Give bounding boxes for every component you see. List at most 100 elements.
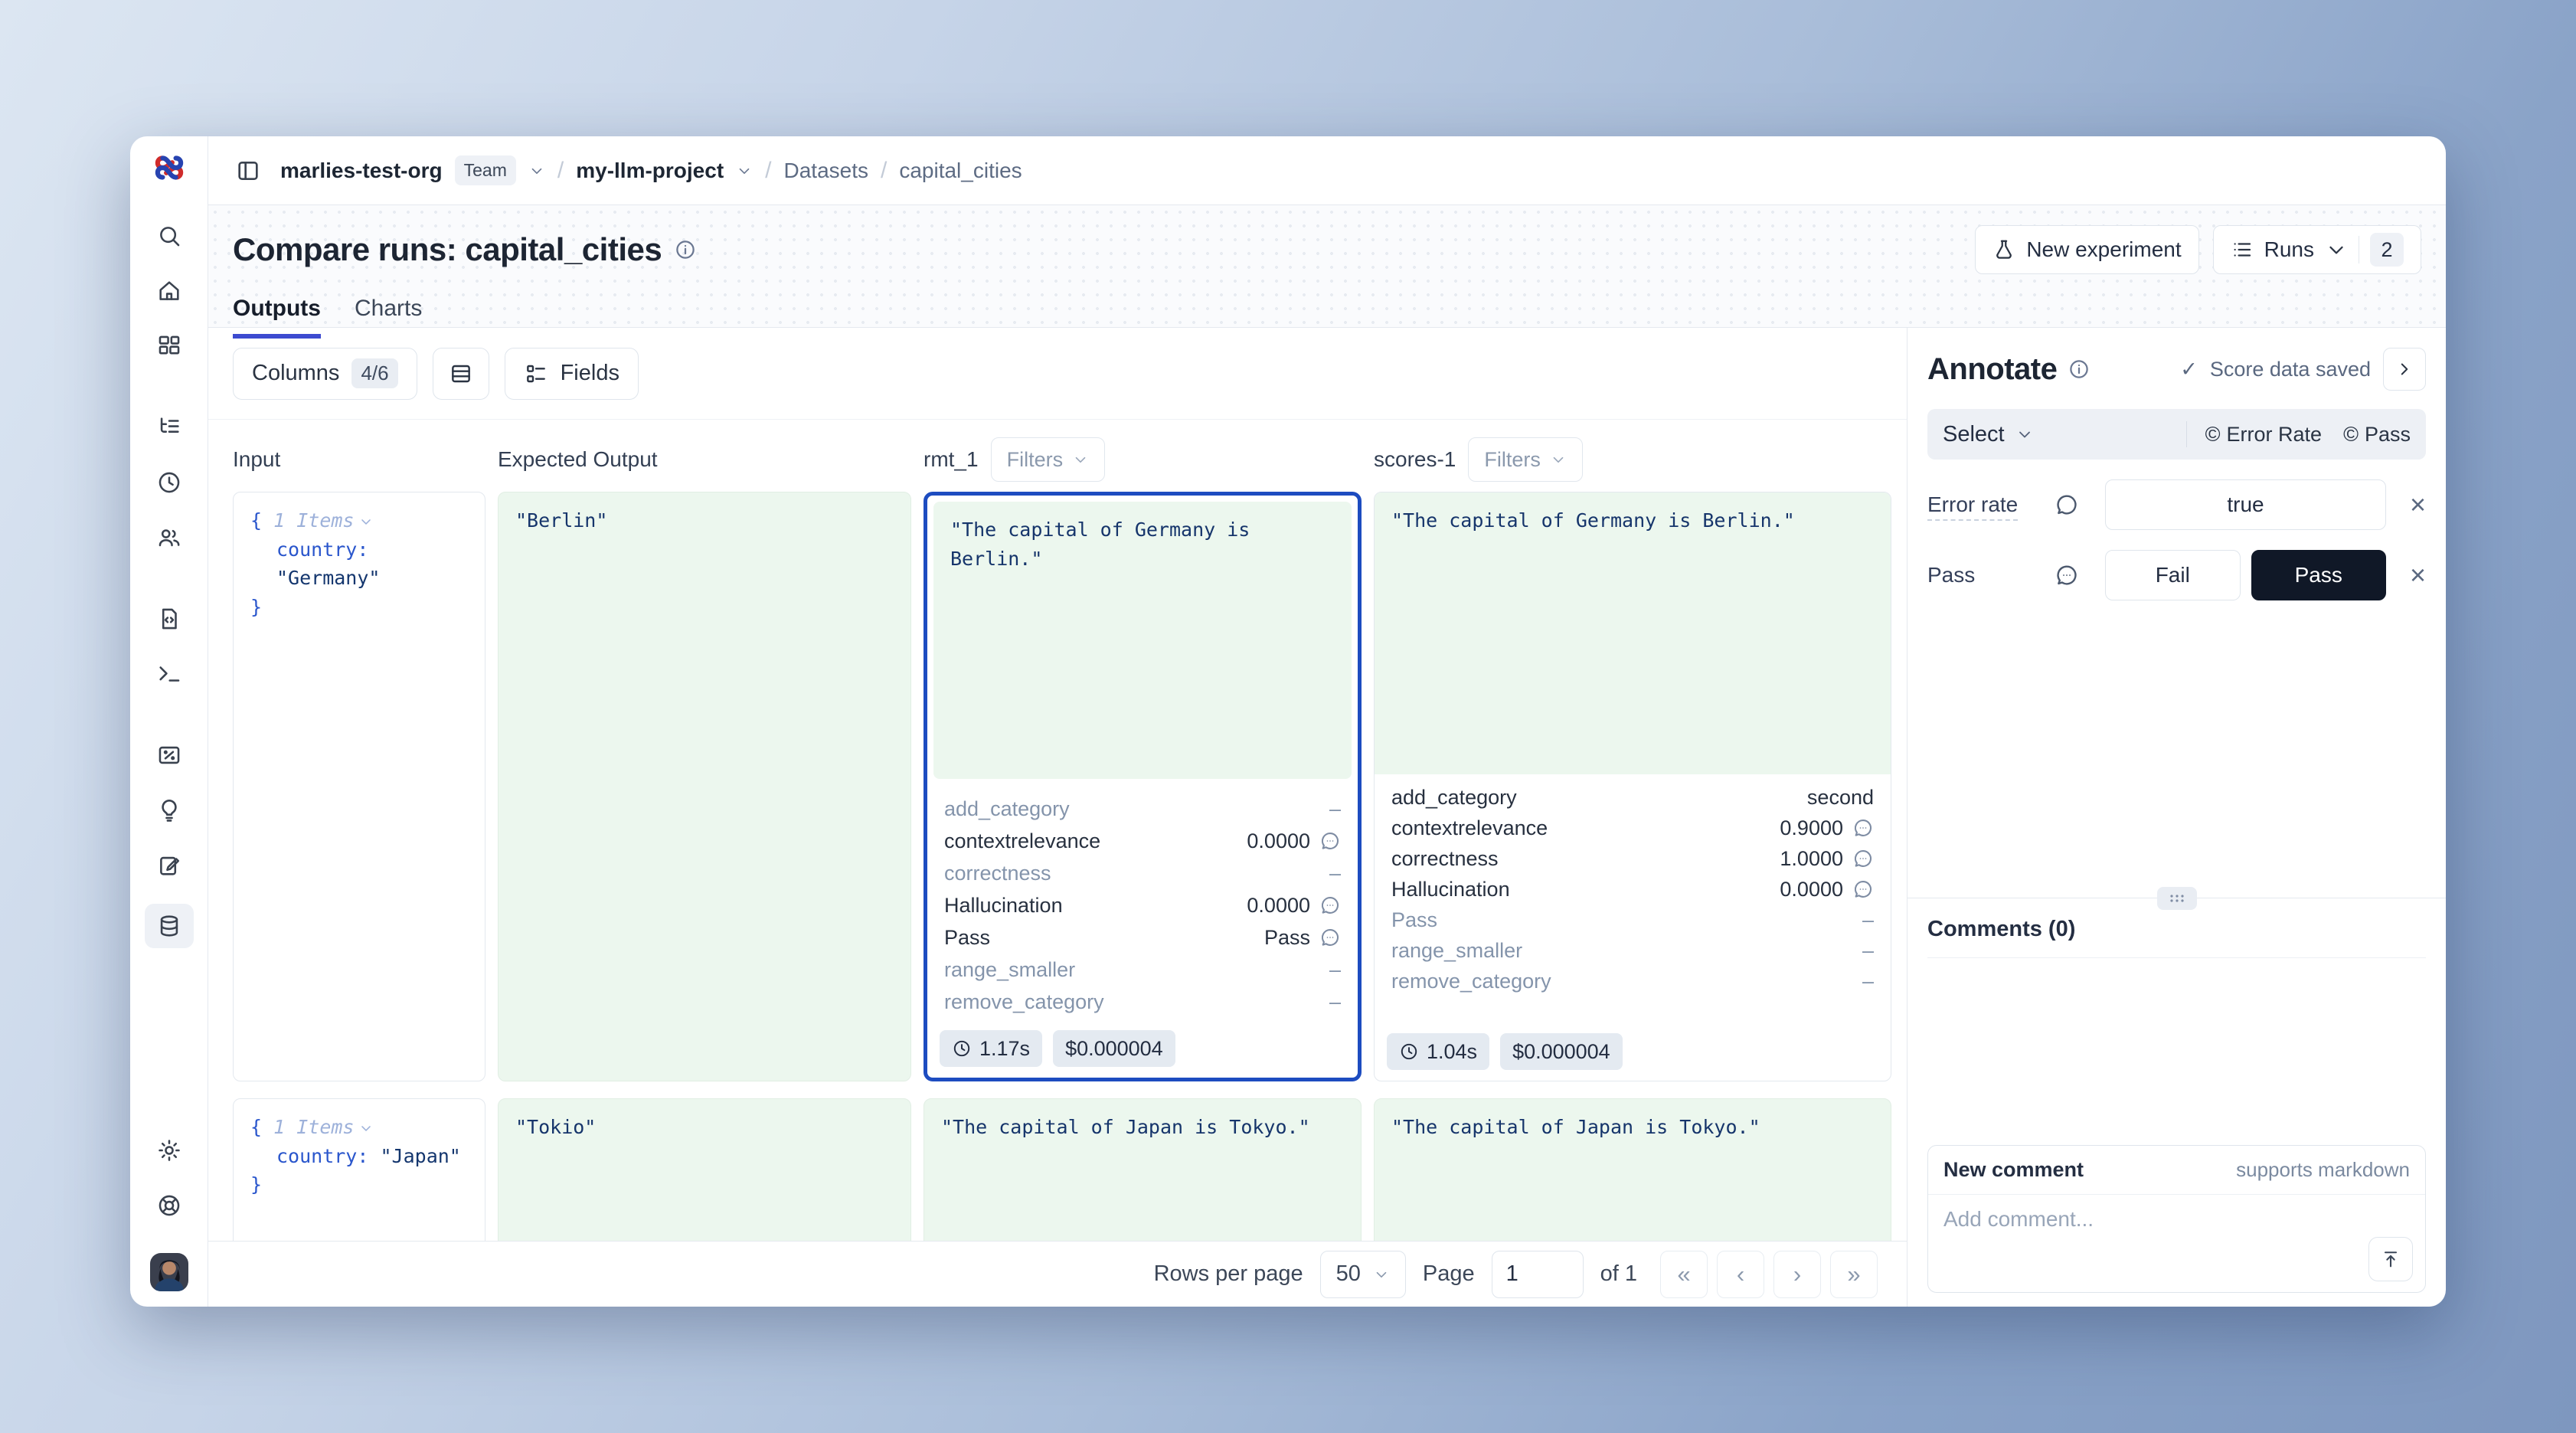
row-height-button[interactable] <box>433 348 489 400</box>
latency-chip[interactable]: 1.04s <box>1387 1033 1489 1070</box>
cost-chip[interactable]: $0.000004 <box>1053 1030 1175 1067</box>
latency-value: 1.17s <box>979 1037 1030 1061</box>
breadcrumb-separator: / <box>557 158 564 184</box>
app-window: marlies-test-org Team / my-llm-project /… <box>130 136 2446 1307</box>
lightbulb-icon[interactable] <box>152 793 186 827</box>
traces-tree-icon[interactable] <box>152 411 186 444</box>
comment-bubble-icon[interactable] <box>2055 492 2105 517</box>
comment-bubble-icon[interactable] <box>1319 895 1341 916</box>
breadcrumb-project[interactable]: my-llm-project <box>576 159 724 183</box>
new-experiment-label: New experiment <box>2026 237 2181 262</box>
info-icon[interactable] <box>674 238 697 261</box>
cost-chip[interactable]: $0.000004 <box>1500 1033 1623 1070</box>
users-icon[interactable] <box>152 521 186 555</box>
filters-button-scores1[interactable]: Filters <box>1468 437 1583 482</box>
user-avatar[interactable] <box>150 1253 188 1291</box>
filters-button-rmt1[interactable]: Filters <box>991 437 1106 482</box>
columns-button[interactable]: Columns 4/6 <box>233 348 417 400</box>
column-header-scores1[interactable]: scores-1 <box>1374 447 1456 472</box>
metric-label: contextrelevance <box>944 829 1247 853</box>
page-header: Compare runs: capital_cities New experim… <box>208 205 2446 328</box>
chevron-down-icon <box>2325 238 2348 261</box>
resize-handle[interactable] <box>2157 887 2197 910</box>
page-title: Compare runs: capital_cities <box>233 231 662 268</box>
metric-label: remove_category <box>1391 970 1862 993</box>
expected-output-cell[interactable]: "Berlin" <box>498 492 911 1081</box>
json-items-label[interactable]: 1 Items <box>273 1116 354 1138</box>
clear-field-button[interactable]: × <box>2386 489 2426 521</box>
playground-board-icon[interactable] <box>152 738 186 772</box>
comment-bubble-icon[interactable] <box>1319 927 1341 948</box>
spec-badge-error-rate[interactable]: ©Error Rate <box>2205 423 2322 447</box>
spec-badge-pass[interactable]: ©Pass <box>2343 423 2411 447</box>
comment-bubble-icon[interactable] <box>1852 848 1874 869</box>
org-logo[interactable] <box>152 150 187 185</box>
latency-chip[interactable]: 1.17s <box>940 1030 1042 1067</box>
clock-icon <box>1399 1042 1419 1062</box>
expected-output-cell[interactable]: "Tokio" <box>498 1098 911 1241</box>
run-output-cell-rmt1[interactable]: "The capital of Japan is Tokyo." <box>924 1098 1362 1241</box>
clear-field-button[interactable]: × <box>2386 559 2426 591</box>
settings-gear-icon[interactable] <box>152 1134 186 1167</box>
breadcrumb-org[interactable]: marlies-test-org <box>280 159 443 183</box>
search-icon[interactable] <box>152 219 186 253</box>
info-icon[interactable] <box>2068 358 2091 381</box>
page-number-input[interactable] <box>1492 1251 1584 1298</box>
next-page-button[interactable]: › <box>1773 1251 1821 1298</box>
breadcrumb-datasets[interactable]: Datasets <box>784 159 869 183</box>
metric-label: Hallucination <box>944 894 1247 918</box>
metric-label: remove_category <box>944 990 1329 1014</box>
collapse-panel-button[interactable] <box>2383 348 2426 391</box>
new-experiment-button[interactable]: New experiment <box>1975 225 2198 274</box>
json-items-label[interactable]: 1 Items <box>273 509 354 532</box>
terminal-icon[interactable] <box>152 657 186 691</box>
annotation-clipboard-icon[interactable] <box>152 849 186 882</box>
comment-bubble-icon[interactable] <box>1852 878 1874 900</box>
run-output-cell-rmt1[interactable]: "The capital of Germany is Berlin." add_… <box>924 492 1362 1081</box>
runs-count-badge[interactable]: 2 <box>2370 233 2404 267</box>
metric-label: contextrelevance <box>1391 816 1780 840</box>
home-icon[interactable] <box>152 274 186 308</box>
column-header-input[interactable]: Input <box>233 447 485 472</box>
spec-symbol: © <box>2343 423 2359 447</box>
run-output-cell-scores1[interactable]: "The capital of Japan is Tokyo." <box>1374 1098 1891 1241</box>
chevron-down-icon[interactable] <box>736 162 753 179</box>
submit-comment-button[interactable] <box>2368 1237 2413 1281</box>
error-rate-input[interactable] <box>2105 479 2386 530</box>
column-header-rmt1[interactable]: rmt_1 <box>924 447 979 472</box>
chevron-down-icon[interactable] <box>358 514 374 529</box>
sidebar-toggle-icon[interactable] <box>231 154 265 188</box>
input-cell[interactable]: { 1 Items country: "Japan" } <box>233 1098 485 1241</box>
comment-bubble-icon[interactable] <box>1852 817 1874 839</box>
help-lifebuoy-icon[interactable] <box>152 1189 186 1222</box>
rows-per-page-select[interactable]: 50 <box>1320 1251 1406 1298</box>
metric-label: range_smaller <box>944 958 1329 982</box>
runs-button[interactable]: Runs 2 <box>2213 225 2421 274</box>
fail-option-button[interactable]: Fail <box>2105 550 2241 600</box>
comment-bubble-icon[interactable] <box>1319 830 1341 852</box>
dashboard-icon[interactable] <box>152 329 186 363</box>
tab-charts[interactable]: Charts <box>355 296 422 339</box>
fields-button[interactable]: Fields <box>505 348 639 400</box>
comment-input[interactable] <box>1943 1207 2410 1273</box>
pass-option-button[interactable]: Pass <box>2251 550 2387 600</box>
column-header-expected[interactable]: Expected Output <box>498 447 911 472</box>
last-page-button[interactable]: » <box>1830 1251 1878 1298</box>
first-page-button[interactable]: « <box>1660 1251 1708 1298</box>
chevron-down-icon[interactable] <box>528 162 545 179</box>
input-cell[interactable]: { 1 Items country: "Germany" } <box>233 492 485 1081</box>
datasets-database-icon[interactable] <box>145 904 194 948</box>
select-dropdown[interactable]: Select <box>1943 422 2034 447</box>
history-clock-icon[interactable] <box>152 466 186 499</box>
breadcrumb-current[interactable]: capital_cities <box>899 159 1022 183</box>
columns-label: Columns <box>252 361 339 386</box>
metric-value: – <box>1862 908 1874 932</box>
tab-outputs[interactable]: Outputs <box>233 296 321 339</box>
comment-bubble-dots-icon[interactable] <box>2055 563 2105 587</box>
code-file-icon[interactable] <box>152 602 186 636</box>
run-output-cell-scores1[interactable]: "The capital of Germany is Berlin." add_… <box>1374 492 1891 1081</box>
previous-page-button[interactable]: ‹ <box>1717 1251 1764 1298</box>
json-key: country <box>276 1145 357 1167</box>
chevron-down-icon[interactable] <box>358 1121 374 1136</box>
table-row: { 1 Items country: "Japan" } "Tokio" "Th… <box>233 1098 1907 1241</box>
